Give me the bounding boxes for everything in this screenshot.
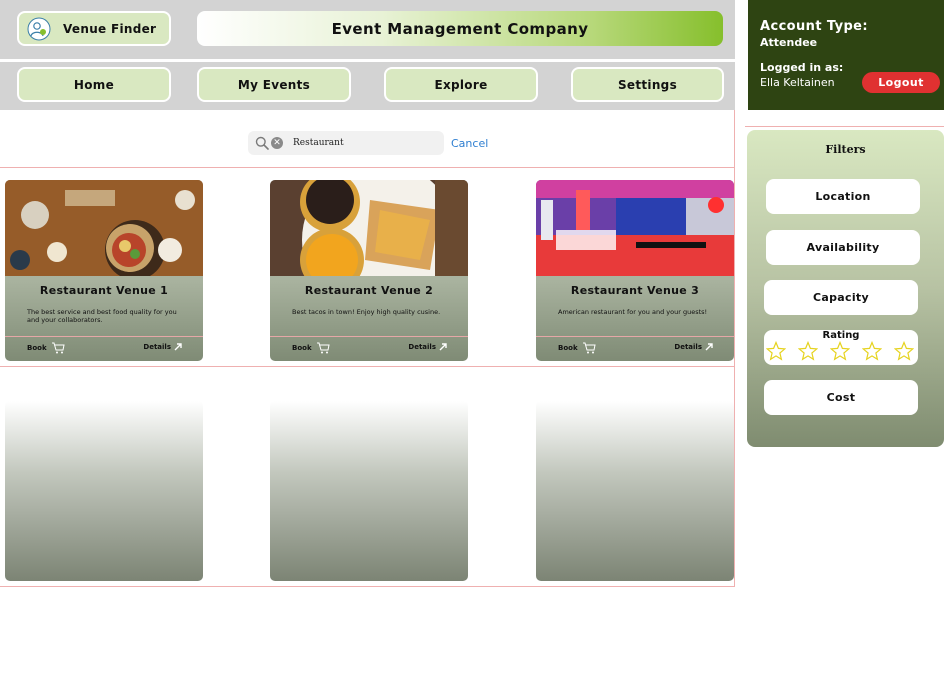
venue-finder-button[interactable]: Venue Finder: [17, 11, 171, 46]
rating-stars: [766, 341, 914, 361]
star-icon[interactable]: [894, 341, 914, 361]
user-name: Ella Keltainen: [760, 76, 835, 89]
nav-explore-label: Explore: [434, 77, 488, 92]
nav-explore-button[interactable]: Explore: [384, 67, 538, 102]
grid-line: [0, 366, 735, 367]
cancel-search-link[interactable]: Cancel: [451, 137, 488, 150]
placeholder-card: [5, 401, 203, 581]
external-link-icon: [705, 343, 713, 351]
grid-line: [734, 110, 735, 587]
venue-card[interactable]: Restaurant Venue 2 Best tacos in town! E…: [270, 180, 468, 361]
filter-cost-label: Cost: [826, 391, 856, 404]
grid-line: [0, 586, 735, 587]
venue-name: Restaurant Venue 3: [570, 284, 700, 297]
details-label: Details: [674, 343, 702, 351]
clear-search-icon[interactable]: ✕: [271, 137, 283, 149]
account-panel: Account Type: Attendee Logged in as: Ell…: [748, 0, 944, 110]
venue-description: American restaurant for you and your gue…: [558, 308, 708, 316]
cart-icon: [51, 342, 65, 354]
venue-name: Restaurant Venue 1: [39, 284, 169, 297]
venue-card[interactable]: Restaurant Venue 3 American restaurant f…: [536, 180, 734, 361]
details-button[interactable]: Details: [143, 342, 183, 352]
venue-description: The best service and best food quality f…: [27, 308, 177, 324]
filter-availability-button[interactable]: Availability: [766, 230, 920, 265]
card-divider: [5, 336, 203, 337]
search-input[interactable]: [293, 138, 433, 148]
star-icon[interactable]: [798, 341, 818, 361]
nav-settings-button[interactable]: Settings: [571, 67, 724, 102]
filter-rating: Rating: [764, 330, 918, 365]
card-divider: [536, 336, 734, 337]
nav-settings-label: Settings: [617, 77, 678, 92]
book-button[interactable]: Book: [558, 342, 596, 354]
star-icon[interactable]: [766, 341, 786, 361]
venue-photo-image: [536, 180, 734, 276]
nav-home-button[interactable]: Home: [17, 67, 171, 102]
nav-my-events-label: My Events: [237, 77, 311, 92]
filter-location-button[interactable]: Location: [766, 179, 920, 214]
details-label: Details: [143, 343, 171, 351]
company-title-bar: Event Management Company: [197, 11, 723, 46]
venue-name: Restaurant Venue 2: [304, 284, 434, 297]
star-icon[interactable]: [862, 341, 882, 361]
book-button[interactable]: Book: [27, 342, 65, 354]
grid-line: [745, 126, 944, 127]
book-label: Book: [27, 344, 47, 352]
placeholder-card: [536, 401, 734, 581]
filter-capacity-button[interactable]: Capacity: [764, 280, 918, 315]
filters-title: Filters: [825, 143, 866, 156]
filter-rating-label: Rating: [822, 330, 860, 341]
search-icon: [255, 136, 269, 150]
account-type-value: Attendee: [760, 36, 818, 49]
cart-icon: [582, 342, 596, 354]
external-link-icon: [174, 343, 182, 351]
book-label: Book: [558, 344, 578, 352]
venue-photo-image: [270, 180, 468, 276]
company-title: Event Management Company: [331, 19, 589, 38]
nav-my-events-button[interactable]: My Events: [197, 67, 351, 102]
logout-button[interactable]: Logout: [862, 72, 940, 93]
external-link-icon: [439, 343, 447, 351]
account-type-label: Account Type:: [760, 19, 868, 34]
filter-availability-label: Availability: [806, 241, 880, 254]
grid-line: [0, 167, 735, 168]
details-button[interactable]: Details: [408, 342, 448, 352]
venue-finder-logo-icon: [27, 17, 51, 40]
logout-label: Logout: [878, 76, 924, 89]
filter-capacity-label: Capacity: [813, 291, 869, 304]
cart-icon: [316, 342, 330, 354]
star-icon[interactable]: [830, 341, 850, 361]
filter-cost-button[interactable]: Cost: [764, 380, 918, 415]
book-button[interactable]: Book: [292, 342, 330, 354]
placeholder-card: [270, 401, 468, 581]
details-button[interactable]: Details: [674, 342, 714, 352]
venue-finder-label: Venue Finder: [63, 21, 157, 36]
header-divider: [0, 59, 735, 62]
details-label: Details: [408, 343, 436, 351]
search-bar: ✕: [248, 131, 444, 155]
card-divider: [270, 336, 468, 337]
filter-location-label: Location: [815, 190, 871, 203]
nav-home-label: Home: [73, 77, 115, 92]
venue-description: Best tacos in town! Enjoy high quality c…: [292, 308, 441, 316]
venue-card[interactable]: Restaurant Venue 1 The best service and …: [5, 180, 203, 361]
book-label: Book: [292, 344, 312, 352]
venue-photo-image: [5, 180, 203, 276]
